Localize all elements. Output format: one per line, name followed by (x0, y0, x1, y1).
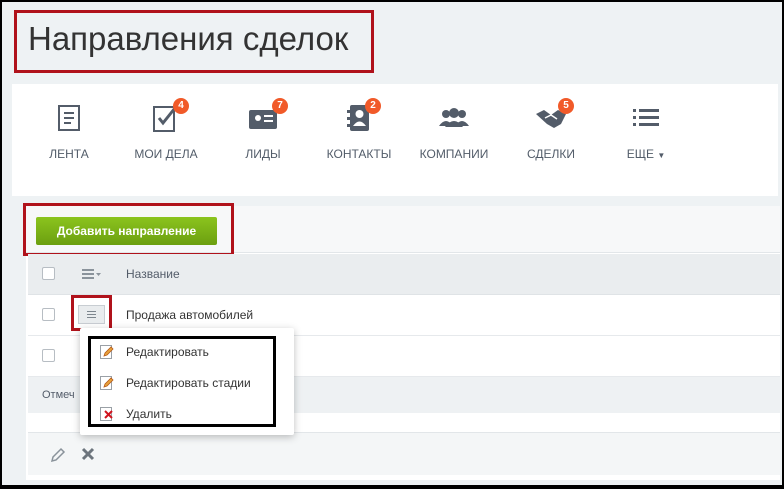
row-checkbox[interactable] (42, 349, 55, 362)
nav-item-contacts[interactable]: 2 КОНТАКТЫ (314, 98, 404, 161)
add-direction-button[interactable]: Добавить направление (36, 217, 217, 245)
row-name[interactable]: Продажа автомобилей (126, 308, 253, 322)
nav-label: ЛИДЫ (245, 147, 281, 161)
edit-icon (100, 345, 114, 359)
nav-label: ЛЕНТА (49, 147, 89, 161)
deals-badge: 5 (558, 98, 574, 114)
tasks-badge: 4 (173, 98, 189, 114)
leads-badge: 7 (272, 98, 288, 114)
more-label: ЕЩЕ (626, 147, 654, 161)
nav-item-leads[interactable]: 7 ЛИДЫ (218, 98, 308, 161)
pencil-icon[interactable] (50, 447, 66, 468)
row-actions-button[interactable] (78, 305, 105, 324)
nav-item-more[interactable]: ЕЩЕ ▼ (601, 102, 691, 161)
edit-stages-icon (100, 376, 114, 390)
menu-item-label: Редактировать стадии (126, 376, 251, 390)
column-name-header[interactable]: Название (126, 267, 180, 281)
menu-item-label: Редактировать (126, 345, 209, 359)
close-icon[interactable] (81, 447, 95, 466)
nav-item-deals[interactable]: 5 СДЕЛКИ (506, 98, 596, 161)
crm-nav-panel: ЛЕНТА 4 МОИ ДЕЛА 7 ЛИДЫ 2 КОНТАКТЫ КОМПА… (12, 84, 778, 196)
nav-item-companies[interactable]: КОМПАНИИ (409, 102, 499, 161)
menu-item-edit[interactable]: Редактировать (100, 342, 209, 362)
companies-icon (439, 108, 469, 127)
contacts-badge: 2 (365, 98, 381, 114)
chevron-down-icon: ▼ (657, 151, 666, 160)
nav-label: ЕЩЕ ▼ (601, 147, 691, 161)
column-settings-icon[interactable] (82, 267, 102, 285)
nav-label: СДЕЛКИ (526, 147, 576, 161)
feed-icon (58, 105, 80, 131)
more-icon (633, 109, 659, 126)
nav-item-tasks[interactable]: 4 МОИ ДЕЛА (121, 98, 211, 161)
nav-item-feed[interactable]: ЛЕНТА (24, 102, 114, 161)
page-title: Направления сделок (28, 20, 349, 57)
menu-item-label: Удалить (126, 407, 172, 421)
footer-selected-text: Отмеч (42, 389, 75, 401)
nav-label: КОНТАКТЫ (326, 147, 392, 161)
delete-icon (100, 407, 113, 421)
menu-item-delete[interactable]: Удалить (100, 404, 172, 424)
action-bar (28, 432, 780, 475)
menu-lines-icon (87, 311, 96, 318)
select-all-checkbox[interactable] (42, 267, 55, 280)
menu-item-edit-stages[interactable]: Редактировать стадии (100, 373, 251, 393)
grid-header: Название (28, 254, 780, 295)
nav-label: КОМПАНИИ (419, 147, 489, 161)
row-checkbox[interactable] (42, 308, 55, 321)
nav-label: МОИ ДЕЛА (134, 147, 198, 161)
